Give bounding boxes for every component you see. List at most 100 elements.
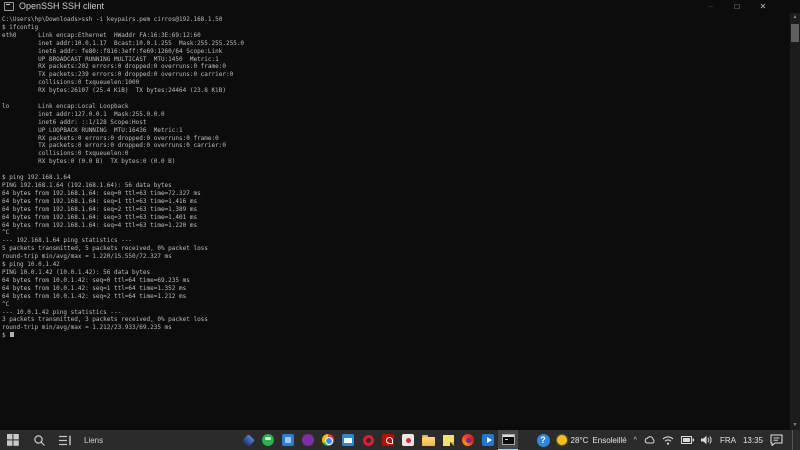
battery-icon[interactable] xyxy=(680,436,694,444)
terminal-line: RX bytes:26107 (25.4 KiB) TX bytes:24464… xyxy=(2,87,226,95)
terminal-line: eth0 Link encap:Ethernet HWaddr FA:16:3E… xyxy=(2,31,201,39)
mail-icon xyxy=(342,434,354,446)
taskbar-button-sticky-notes[interactable] xyxy=(438,430,458,450)
terminal-line: 5 packets transmitted, 5 packets receive… xyxy=(2,245,208,253)
taskbar-button-diamond-app[interactable] xyxy=(238,430,258,450)
restore-button[interactable]: □ xyxy=(724,0,750,13)
taskbar-button-openssh-terminal[interactable] xyxy=(498,430,518,450)
scrollbar-thumb[interactable] xyxy=(791,24,799,42)
terminal-line: RX packets:0 errors:0 dropped:0 overruns… xyxy=(2,134,219,142)
links-toolbar-label[interactable]: Liens xyxy=(84,436,103,445)
terminal-line: 64 bytes from 10.0.1.42: seq=1 ttl=64 ti… xyxy=(2,284,187,292)
file-explorer-icon xyxy=(421,434,435,446)
taskbar-button-green-app[interactable] xyxy=(258,430,278,450)
terminal-line: PING 192.168.1.64 (192.168.1.64): 56 dat… xyxy=(2,182,172,189)
terminal-line: lo Link encap:Local Loopback xyxy=(2,102,129,110)
help-icon[interactable]: ? xyxy=(536,433,550,447)
taskbar-button-acrobat[interactable] xyxy=(378,430,398,450)
terminal-line: 64 bytes from 10.0.1.42: seq=0 ttl=64 ti… xyxy=(2,276,190,284)
red-swirl-app-icon xyxy=(462,434,474,446)
terminal-line: collisions:0 txqueuelen:0 xyxy=(2,150,129,158)
taskbar-search-button[interactable] xyxy=(26,430,52,450)
terminal-line: inet addr:10.0.1.17 Bcast:10.0.1.255 Mas… xyxy=(2,39,245,47)
opera-icon xyxy=(362,434,374,446)
terminal-line: round-trip min/avg/max = 1.220/15.550/72… xyxy=(2,253,172,261)
taskbar-button-white-red-app[interactable] xyxy=(398,430,418,450)
hidden-icons-chevron-icon[interactable]: ^ xyxy=(634,437,637,444)
blue-app-icon xyxy=(282,434,294,446)
volume-icon[interactable] xyxy=(700,435,713,445)
terminal-line: round-trip min/avg/max = 1.212/23.933/69… xyxy=(2,324,172,332)
terminal-line: 64 bytes from 192.168.1.64: seq=1 ttl=63… xyxy=(2,197,198,205)
window-titlebar[interactable]: OpenSSH SSH client – □ ✕ xyxy=(0,0,800,13)
terminal-icon xyxy=(501,434,515,445)
terminal-line: $ ping 192.168.1.64 xyxy=(2,174,71,182)
onedrive-cloud-icon[interactable] xyxy=(644,435,655,446)
show-desktop-button[interactable] xyxy=(792,430,796,450)
terminal-line: RX packets:202 errors:0 dropped:0 overru… xyxy=(2,63,226,71)
taskbar-tray: ? 28°C Ensoleillé ^ FRA 13:35 xyxy=(536,430,796,450)
console-app-icon xyxy=(4,2,14,11)
sun-icon xyxy=(556,435,567,445)
terminal-prompt-line: $ xyxy=(2,332,790,340)
terminal-line: $ ifconfig xyxy=(2,23,39,31)
terminal-prompt: $ xyxy=(2,332,6,340)
taskbar-button-mail[interactable] xyxy=(338,430,358,450)
diamond-app-icon xyxy=(241,433,255,447)
taskbar-pinned-apps xyxy=(238,430,518,450)
terminal-line: TX packets:239 errors:0 dropped:0 overru… xyxy=(2,71,234,79)
terminal-lines: C:\Users\hp\Downloads>ssh -i keypairs.pe… xyxy=(2,16,790,332)
taskbar-button-chrome[interactable] xyxy=(318,430,338,450)
minimize-button[interactable]: – xyxy=(698,0,724,13)
white-red-app-icon xyxy=(402,434,414,446)
terminal-line: 64 bytes from 10.0.1.42: seq=2 ttl=64 ti… xyxy=(2,292,187,300)
terminal-line: RX bytes:0 (0.0 B) TX bytes:0 (0.0 B) xyxy=(2,158,176,166)
weather-condition: Ensoleillé xyxy=(592,435,627,445)
purple-app-icon xyxy=(302,434,314,446)
search-icon xyxy=(33,434,45,446)
scrollbar-up-icon[interactable]: ▲ xyxy=(790,13,800,22)
taskbar-button-red-swirl-app[interactable] xyxy=(458,430,478,450)
weather-widget[interactable]: 28°C Ensoleillé xyxy=(556,435,627,445)
terminal-output[interactable]: C:\Users\hp\Downloads>ssh -i keypairs.pe… xyxy=(0,13,790,430)
terminal-line: UP LOOPBACK RUNNING MTU:16436 Metric:1 xyxy=(2,126,183,134)
terminal-line: 64 bytes from 192.168.1.64: seq=0 ttl=63… xyxy=(2,189,201,197)
terminal-line: --- 10.0.1.42 ping statistics --- xyxy=(2,308,122,316)
taskbar-button-blue-app[interactable] xyxy=(278,430,298,450)
taskbar-button-file-explorer[interactable] xyxy=(418,430,438,450)
terminal-line: C:\Users\hp\Downloads>ssh -i keypairs.pe… xyxy=(2,16,223,23)
language-indicator[interactable]: FRA xyxy=(720,436,736,445)
wifi-icon[interactable] xyxy=(662,435,674,445)
chrome-icon xyxy=(322,434,334,446)
terminal-line: collisions:0 txqueuelen:1000 xyxy=(2,79,140,87)
action-center-icon[interactable] xyxy=(770,434,783,446)
terminal-scrollbar[interactable]: ▲ ▼ xyxy=(790,13,800,430)
taskbar: Liens ? 28°C Ensoleillé ^ FRA 13:35 xyxy=(0,430,800,450)
close-button[interactable]: ✕ xyxy=(750,0,776,13)
taskbar-button-opera[interactable] xyxy=(358,430,378,450)
scrollbar-down-icon[interactable]: ▼ xyxy=(790,421,800,430)
taskbar-clock[interactable]: 13:35 xyxy=(743,436,763,445)
weather-temperature: 28°C xyxy=(570,435,589,445)
taskbar-button-purple-app[interactable] xyxy=(298,430,318,450)
terminal-line: $ ping 10.0.1.42 xyxy=(2,261,60,269)
taskbar-button-movies-tv[interactable] xyxy=(478,430,498,450)
terminal-line: 64 bytes from 192.168.1.64: seq=3 ttl=63… xyxy=(2,213,198,221)
terminal-line: inet6 addr: fe80::f816:3eff:fe69:1260/64… xyxy=(2,47,223,55)
terminal-line: TX packets:0 errors:0 dropped:0 overruns… xyxy=(2,142,226,150)
terminal-line: 3 packets transmitted, 3 packets receive… xyxy=(2,316,208,324)
windows-logo-icon xyxy=(7,434,19,446)
desktop: OpenSSH SSH client – □ ✕ C:\Users\hp\Dow… xyxy=(0,0,800,450)
start-button[interactable] xyxy=(0,430,26,450)
acrobat-icon xyxy=(382,434,394,446)
window-controls: – □ ✕ xyxy=(698,0,776,13)
terminal-line: --- 192.168.1.64 ping statistics --- xyxy=(2,237,133,245)
terminal-line: 64 bytes from 192.168.1.64: seq=4 ttl=63… xyxy=(2,221,198,229)
terminal-line: ^C xyxy=(2,229,10,237)
movies-tv-icon xyxy=(482,434,494,446)
terminal-line: inet addr:127.0.0.1 Mask:255.0.0.0 xyxy=(2,110,165,118)
terminal-line: UP BROADCAST RUNNING MULTICAST MTU:1450 … xyxy=(2,55,219,63)
window-title: OpenSSH SSH client xyxy=(19,1,105,11)
task-view-button[interactable] xyxy=(52,430,78,450)
